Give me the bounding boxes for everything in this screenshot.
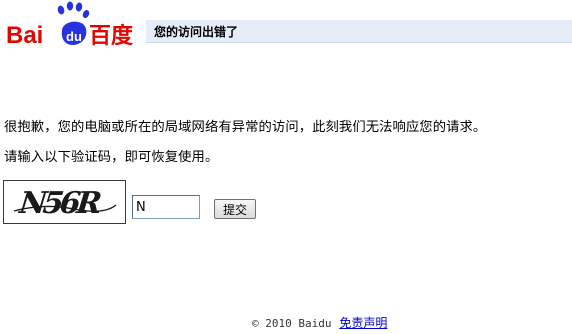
captcha-input[interactable] [132, 195, 200, 219]
copyright-text: © 2010 Baidu [252, 317, 332, 330]
error-message: 很抱歉，您的电脑或所在的局域网络有异常的访问，此刻我们无法响应您的请求。 [4, 120, 487, 135]
page-title: 您的访问出错了 [154, 25, 239, 39]
captcha-image[interactable]: N56R [3, 180, 126, 224]
disclaimer-link[interactable]: 免责声明 [339, 316, 387, 330]
logo-text-bai: Bai [6, 22, 43, 49]
captcha-instruction: 请输入以下验证码，即可恢复使用。 [4, 150, 219, 165]
captcha-graphic: N56R [4, 181, 125, 223]
logo-text-cn: 百度 [89, 23, 134, 49]
title-bar: 您的访问出错了 [146, 20, 572, 43]
footer: © 2010 Baidu 免责声明 [252, 314, 387, 331]
baidu-paw-logo-icon: Bai du 百度 [6, 1, 134, 49]
baidu-logo[interactable]: Bai du 百度 [6, 1, 144, 51]
captcha-text: N56R [17, 186, 103, 221]
logo-text-du: du [66, 29, 82, 44]
submit-button[interactable]: 提交 [214, 199, 256, 219]
page-header: Bai du 百度 您的访问出错了 [0, 0, 572, 52]
